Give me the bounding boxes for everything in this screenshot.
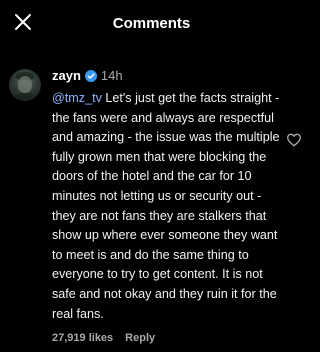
comments-header: Comments [0, 0, 303, 46]
verified-badge-icon [84, 69, 97, 82]
comment-actions: 27,919 likes Reply [52, 332, 155, 344]
comment-meta: zayn 14h [52, 66, 123, 84]
comment-body: @tmz_tv Let's just get the facts straigh… [52, 89, 284, 324]
comment-timestamp: 14h [100, 67, 123, 83]
username-link[interactable]: zayn [52, 68, 81, 83]
comment-text: Let's just get the facts straight - the … [52, 91, 280, 321]
mention-link[interactable]: @tmz_tv [52, 91, 102, 105]
heart-outline-icon[interactable] [286, 132, 302, 148]
page-title: Comments [112, 15, 191, 32]
avatar[interactable] [9, 69, 41, 101]
likes-count[interactable]: 27,919 likes [52, 332, 113, 344]
reply-button[interactable]: Reply [125, 332, 155, 344]
